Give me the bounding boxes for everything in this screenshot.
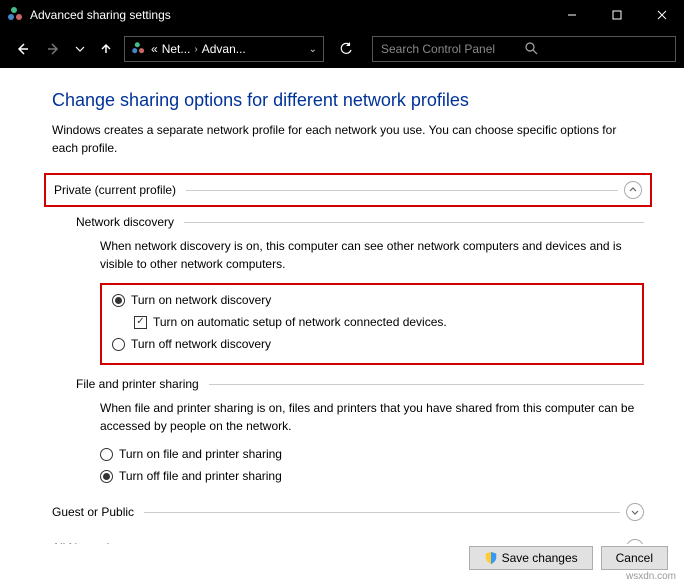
page-description: Windows creates a separate network profi… [52,121,644,157]
app-icon [8,7,24,23]
network-discovery-description: When network discovery is on, this compu… [100,237,644,273]
section-guest-header[interactable]: Guest or Public [52,499,644,525]
breadcrumb-icon [132,42,146,56]
cancel-label: Cancel [616,551,653,565]
section-all-header[interactable]: All Networks [52,535,644,544]
checkbox-icon [134,316,147,329]
save-label: Save changes [502,551,578,565]
search-placeholder: Search Control Panel [381,42,524,56]
window-title: Advanced sharing settings [30,8,549,22]
checkbox-auto-setup[interactable]: Turn on automatic setup of network conne… [134,313,632,331]
section-private-header[interactable]: Private (current profile) [46,177,642,203]
checkbox-label: Turn on automatic setup of network conne… [153,313,447,331]
radio-network-discovery-off[interactable]: Turn off network discovery [112,335,632,353]
watermark: wsxdn.com [626,571,676,582]
radio-label: Turn on network discovery [131,291,271,309]
file-printer-description: When file and printer sharing is on, fil… [100,399,644,435]
network-discovery-label: Network discovery [76,215,174,229]
radio-file-printer-on[interactable]: Turn on file and printer sharing [100,445,644,463]
radio-label: Turn off network discovery [131,335,271,353]
expand-icon[interactable] [626,539,644,544]
radio-icon [100,470,113,483]
recent-dropdown[interactable] [72,35,88,63]
close-button[interactable] [639,0,684,30]
navbar: « Net... › Advan... ⌄ Search Control Pan… [0,30,684,68]
refresh-button[interactable] [332,35,360,63]
back-button[interactable] [8,35,36,63]
section-all-label: All Networks [52,541,119,544]
breadcrumb-root[interactable]: « [151,42,158,56]
search-icon[interactable] [524,41,667,58]
file-printer-header: File and printer sharing [76,377,644,391]
cancel-button[interactable]: Cancel [601,546,668,570]
footer-buttons: Save changes Cancel [469,546,668,570]
network-discovery-header: Network discovery [76,215,644,229]
up-button[interactable] [92,35,120,63]
collapse-icon[interactable] [624,181,642,199]
radio-label: Turn off file and printer sharing [119,467,282,485]
radio-icon [100,448,113,461]
radio-network-discovery-on[interactable]: Turn on network discovery [112,291,632,309]
minimize-button[interactable] [549,0,594,30]
breadcrumb-item-2[interactable]: Advan... [202,42,246,56]
radio-label: Turn on file and printer sharing [119,445,282,463]
maximize-button[interactable] [594,0,639,30]
radio-icon [112,294,125,307]
chevron-down-icon[interactable]: ⌄ [309,44,317,55]
section-private-label: Private (current profile) [54,183,176,197]
forward-button[interactable] [40,35,68,63]
expand-icon[interactable] [626,503,644,521]
search-input[interactable]: Search Control Panel [372,36,676,62]
page-title: Change sharing options for different net… [52,90,644,111]
shield-icon [484,551,498,565]
content-area: Change sharing options for different net… [0,68,684,544]
file-printer-label: File and printer sharing [76,377,199,391]
breadcrumb[interactable]: « Net... › Advan... ⌄ [124,36,324,62]
radio-icon [112,338,125,351]
radio-file-printer-off[interactable]: Turn off file and printer sharing [100,467,644,485]
section-guest-label: Guest or Public [52,505,134,519]
chevron-right-icon: › [194,44,197,55]
breadcrumb-item-1[interactable]: Net... [162,42,191,56]
save-button[interactable]: Save changes [469,546,593,570]
titlebar: Advanced sharing settings [0,0,684,30]
